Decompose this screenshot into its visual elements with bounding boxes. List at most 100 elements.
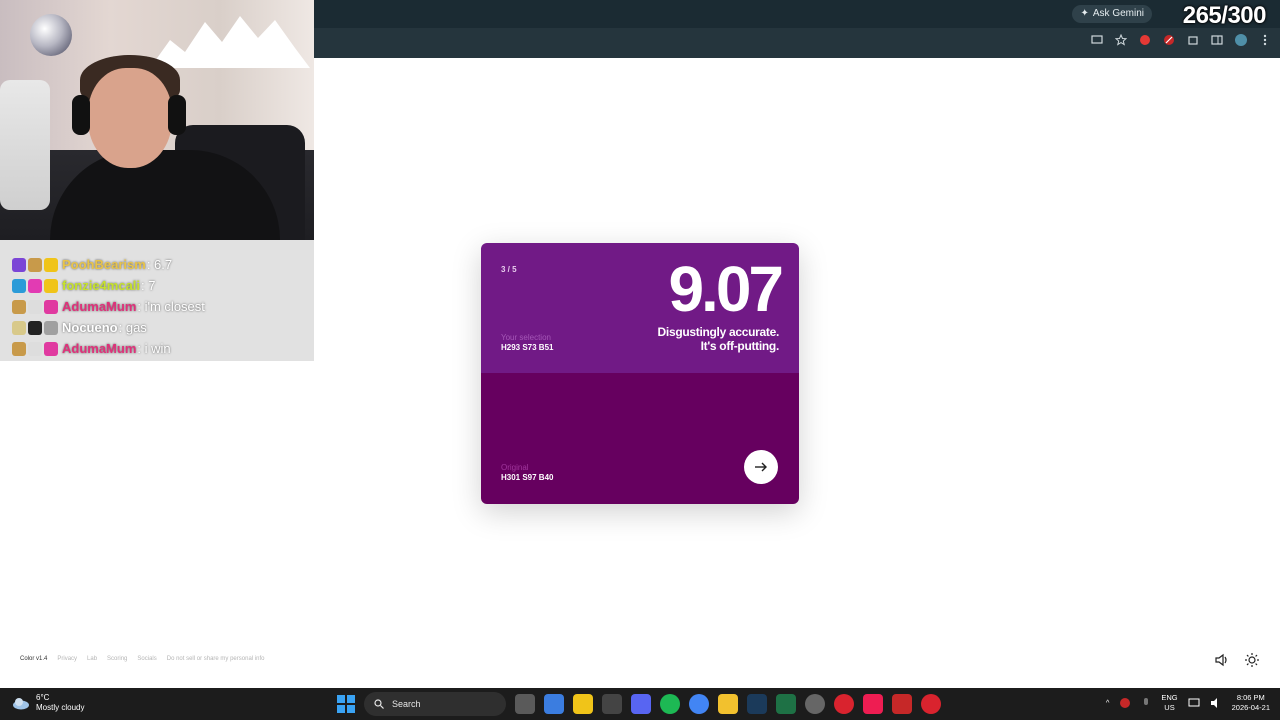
ring-badge-icon (28, 320, 42, 335)
cookie-badge-icon (12, 299, 26, 314)
photos-icon[interactable] (573, 694, 593, 714)
score-value: 9.07 (668, 253, 784, 325)
theme-sun-icon[interactable] (1244, 652, 1260, 668)
ask-gemini-label: Ask Gemini (1092, 8, 1144, 19)
file-explorer-icon[interactable] (718, 694, 738, 714)
extension-block-icon[interactable] (1162, 33, 1176, 47)
chat-text: : gas (118, 320, 147, 335)
chevron-up-icon[interactable]: ^ (1106, 698, 1110, 708)
side-panel-icon[interactable] (1210, 33, 1224, 47)
mountain-decoration (150, 16, 310, 68)
selection-value: H293 S73 B51 (501, 343, 554, 352)
streamer-face (88, 68, 172, 168)
stream-chat: PoohBearism : 6.7 fonzie4mcali : 7 Aduma… (0, 240, 314, 361)
search-icon (374, 699, 384, 709)
clock-time: 8:06 PM (1236, 693, 1265, 702)
footer-link-socials[interactable]: Socials (137, 656, 156, 662)
screen: ✦ Ask Gemini 265/300 PoohBearism : 6.7 f… (0, 0, 1280, 720)
browser-toolbar-icons (1090, 33, 1272, 47)
selection-label: Your selection (501, 333, 551, 342)
obs-icon[interactable] (805, 694, 825, 714)
prime-badge-icon (44, 257, 58, 272)
sound-icon[interactable] (1214, 652, 1230, 668)
windows-start-icon[interactable] (337, 695, 355, 713)
tf-app-icon[interactable] (892, 694, 912, 714)
chrome-icon[interactable] (689, 694, 709, 714)
temperature: 6°C (36, 693, 50, 702)
score-comment: Disgustingly accurate. It's off-putting. (658, 325, 780, 353)
taskbar-search[interactable]: Search (364, 692, 506, 716)
language-indicator[interactable]: ENG US (1161, 693, 1177, 713)
heart-badge-icon (28, 278, 42, 293)
task-view-icon[interactable] (515, 694, 535, 714)
sub-badge-icon (12, 257, 26, 272)
cookie-badge-icon (28, 257, 42, 272)
ask-gemini-button[interactable]: ✦ Ask Gemini (1072, 5, 1152, 23)
creative-cloud-icon[interactable] (834, 694, 854, 714)
clock-date: 2026-04-21 (1231, 703, 1270, 712)
original-value: H301 S97 B40 (501, 473, 554, 482)
weather-widget[interactable]: 6°C Mostly cloudy (12, 693, 84, 713)
footer-link-lab[interactable]: Lab (87, 656, 97, 662)
version-label: Color v1.4 (20, 656, 48, 662)
prime-badge-icon (44, 278, 58, 293)
original-swatch: Original H301 S97 B40 (481, 373, 799, 504)
region-code: US (1164, 703, 1175, 712)
sword-badge-icon (28, 341, 42, 356)
excel-icon[interactable] (776, 694, 796, 714)
kebab-menu-icon[interactable] (1258, 33, 1272, 47)
windows-taskbar: 6°C Mostly cloudy Search ^ ENG US 8:06 P… (0, 688, 1280, 720)
spotify-icon[interactable] (660, 694, 680, 714)
adobe-app-icon[interactable] (921, 694, 941, 714)
goal-counter: 265/300 (1182, 2, 1267, 29)
profile-avatar-icon[interactable] (1234, 33, 1248, 47)
chat-username: AdumaMum (62, 341, 137, 356)
install-app-icon[interactable] (1090, 33, 1104, 47)
chat-message: PoohBearism : 6.7 (12, 254, 314, 275)
clock[interactable]: 8:06 PM 2026-04-21 (1232, 693, 1270, 713)
webcam-overlay (0, 0, 314, 240)
chat-username: fonzie4mcali (62, 278, 141, 293)
weather-condition: Mostly cloudy (36, 703, 85, 712)
headset-icon (72, 95, 90, 135)
copilot-icon[interactable] (544, 694, 564, 714)
tiktok-icon[interactable] (863, 694, 883, 714)
result-card: 3 / 5 9.07 Disgustingly accurate. It's o… (481, 243, 799, 504)
bookmark-star-icon[interactable] (1114, 33, 1128, 47)
app-tray-icon[interactable] (1119, 697, 1131, 709)
chat-message: AdumaMum : i'm closest (12, 296, 314, 317)
cookie-badge-icon (12, 320, 26, 335)
capcut-icon[interactable] (602, 694, 622, 714)
chat-message: AdumaMum : i win (12, 338, 314, 359)
cookie-badge-icon (12, 341, 26, 356)
cloud-icon (13, 698, 29, 710)
arrow-right-icon (755, 462, 767, 472)
system-tray: ^ ENG US 8:06 PM 2026-04-21 (1106, 693, 1270, 713)
site-footer: Color v1.4 Privacy Lab Scoring Socials D… (20, 656, 264, 662)
volume-icon[interactable] (1210, 697, 1222, 709)
footer-link-do-not-sell[interactable]: Do not sell or share my personal info (167, 656, 265, 662)
chat-text: : 7 (141, 278, 156, 293)
extension-red-icon[interactable] (1138, 33, 1152, 47)
language-code: ENG (1161, 693, 1178, 702)
taskbar-apps: Search (337, 692, 941, 716)
prime-badge-icon (44, 320, 58, 335)
chat-text: : 6.7 (146, 257, 173, 272)
puzzle-icon[interactable] (1186, 33, 1200, 47)
chat-message: fonzie4mcali : 7 (12, 275, 314, 296)
selection-swatch: 3 / 5 9.07 Disgustingly accurate. It's o… (481, 243, 799, 373)
discord-icon[interactable] (631, 694, 651, 714)
microphone-arm (0, 80, 50, 210)
round-indicator: 3 / 5 (501, 265, 517, 274)
display-icon[interactable] (1188, 697, 1200, 709)
chat-username: PoohBearism (62, 257, 146, 272)
microphone-icon[interactable] (1141, 697, 1151, 709)
chat-text: : i win (137, 341, 171, 356)
next-round-button[interactable] (744, 450, 778, 484)
chat-message: Nocueno : gas (12, 317, 314, 338)
sparkle-icon: ✦ (1080, 8, 1089, 19)
search-label: Search (392, 699, 421, 709)
footer-link-scoring[interactable]: Scoring (107, 656, 127, 662)
steam-icon[interactable] (747, 694, 767, 714)
footer-link-privacy[interactable]: Privacy (57, 656, 77, 662)
